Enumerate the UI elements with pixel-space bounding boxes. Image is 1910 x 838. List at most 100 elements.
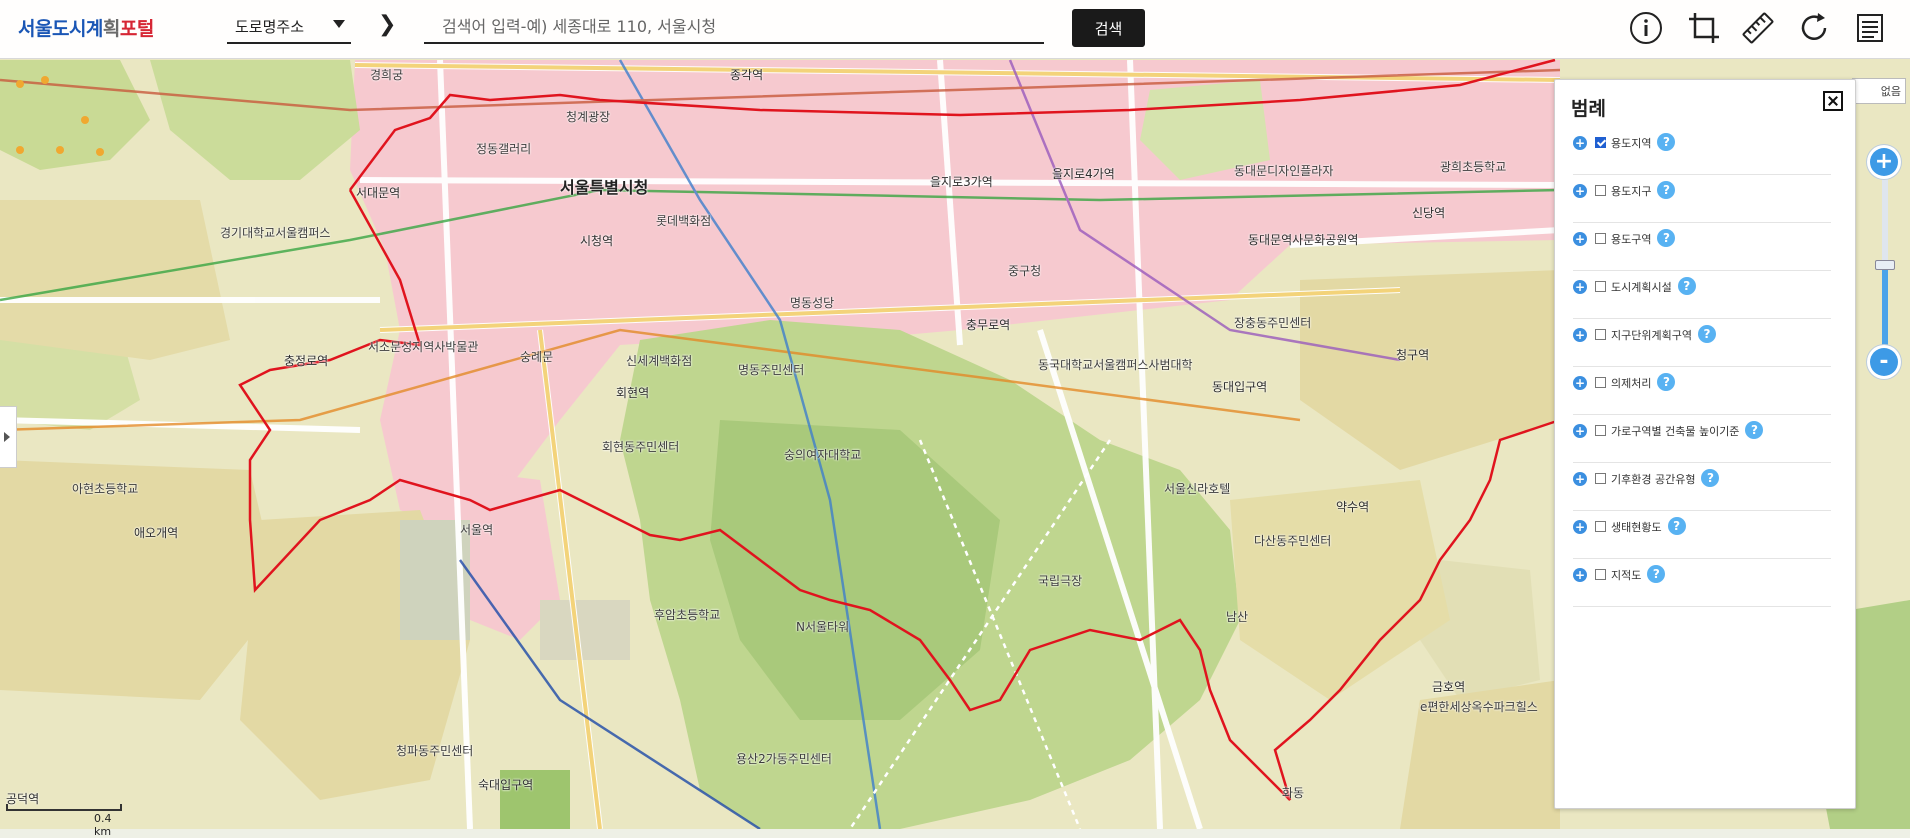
legend-checkbox[interactable]	[1595, 233, 1606, 244]
legend-item[interactable]: + 의제처리?	[1573, 366, 1831, 415]
legend-item-label: 도시계획시설?	[1611, 277, 1696, 297]
help-icon[interactable]: ?	[1697, 325, 1716, 343]
portal-logo[interactable]: 서울도시계획포털	[18, 14, 154, 41]
close-icon[interactable]	[1823, 91, 1843, 111]
help-icon[interactable]: ?	[1745, 421, 1764, 439]
legend-item-label: 가로구역별 건축물 높이기준?	[1611, 421, 1764, 441]
legend-item-label: 생태현황도?	[1611, 517, 1686, 537]
map-label-ddp: 동대문디자인플라자	[1234, 164, 1334, 178]
legend-checkbox[interactable]	[1595, 473, 1606, 484]
legend-item[interactable]: + 기후환경 공간유형?	[1573, 462, 1831, 511]
legend-item[interactable]: + 용도지구?	[1573, 174, 1831, 223]
map-label-gwanghui: 광희초등학교	[1440, 160, 1507, 174]
legend-item[interactable]: + 지적도?	[1573, 558, 1831, 607]
logo-text-1: 서울도시계	[18, 18, 103, 40]
legend-checkbox[interactable]	[1595, 569, 1606, 580]
legend-checkbox[interactable]	[1595, 329, 1606, 340]
legend-checkbox[interactable]	[1595, 281, 1606, 292]
map-label-city-hall: 서울특별시청	[560, 178, 649, 197]
zoom-in-button[interactable]: +	[1870, 148, 1898, 176]
top-bar: 서울도시계획포털 도로명주소 ❯ 검색	[0, 0, 1910, 59]
address-type-value: 도로명주소	[235, 18, 305, 36]
map-label-seoul-station: 서울역	[460, 523, 494, 537]
legend-item-text: 용도구역	[1611, 233, 1652, 246]
expand-plus-icon[interactable]: +	[1573, 184, 1587, 198]
logo-text-3: 포털	[119, 18, 154, 40]
map-label-n-tower: N서울타워	[796, 620, 850, 634]
help-icon[interactable]: ?	[1647, 565, 1666, 583]
help-icon[interactable]: ?	[1667, 517, 1686, 535]
map-label-seodaemun: 서대문역	[356, 186, 401, 200]
zoom-slider-fill	[1882, 266, 1888, 354]
help-icon[interactable]: ?	[1657, 373, 1676, 391]
search-button[interactable]: 검색	[1072, 9, 1145, 47]
legend-checkbox[interactable]	[1595, 521, 1606, 532]
legend-item-text: 지구단위계획구역	[1611, 329, 1692, 342]
legend-item-text: 도시계획시설	[1611, 281, 1672, 294]
legend-checkbox[interactable]	[1595, 137, 1606, 148]
map-label-dongdaemun: 동대문역사문화공원역	[1248, 233, 1359, 247]
map-label-cheonggye: 청계광장	[566, 110, 611, 124]
legend-item-label: 지적도?	[1611, 565, 1666, 585]
address-type-select[interactable]: 도로명주소	[227, 10, 351, 44]
map-label-shinsegae: 신세계백화점	[626, 354, 693, 368]
refresh-icon[interactable]	[1796, 10, 1832, 46]
logo-text-2: 획	[102, 18, 120, 40]
expand-plus-icon[interactable]: +	[1573, 472, 1587, 486]
map-label-shilla: 서울신라호텔	[1164, 482, 1231, 496]
map-label-hoehyeon-center: 회현동주민센터	[602, 440, 680, 454]
map-label-lotte: 롯데백화점	[656, 214, 712, 228]
expand-plus-icon[interactable]: +	[1573, 520, 1587, 534]
expand-plus-icon[interactable]: +	[1573, 232, 1587, 246]
legend-item[interactable]: + 지구단위계획구역?	[1573, 318, 1831, 367]
legend-checkbox[interactable]	[1595, 425, 1606, 436]
map-scale: 0.4 km	[6, 800, 124, 838]
crop-area-icon[interactable]	[1686, 10, 1722, 46]
map-label-myeongdong: 명동주민센터	[738, 363, 805, 377]
expand-plus-icon[interactable]: +	[1573, 136, 1587, 150]
legend-item[interactable]: + 도시계획시설?	[1573, 270, 1831, 319]
map-label-sicheong: 시청역	[580, 234, 614, 248]
help-icon[interactable]: ?	[1657, 229, 1676, 247]
side-panel-toggle[interactable]	[0, 406, 17, 468]
legend-item[interactable]: + 생태현황도?	[1573, 510, 1831, 559]
map-label-namsan: 남산	[1226, 610, 1249, 624]
expand-plus-icon[interactable]: +	[1573, 328, 1587, 342]
chevron-right-icon[interactable]: ❯	[378, 13, 396, 37]
list-icon[interactable]	[1852, 10, 1888, 46]
legend-item[interactable]: + 용도지역?	[1573, 126, 1831, 175]
base-map-none-button[interactable]: 없음	[1852, 78, 1906, 104]
zoom-slider-handle[interactable]	[1875, 260, 1895, 270]
map-label-yongsan: 용산2가동주민센터	[736, 752, 832, 766]
help-icon[interactable]: ?	[1657, 133, 1676, 151]
expand-plus-icon[interactable]: +	[1573, 376, 1587, 390]
search-input[interactable]	[424, 10, 1044, 44]
map-label-sungnyemun: 숭례문	[520, 350, 554, 364]
ruler-icon[interactable]	[1740, 10, 1776, 46]
help-icon[interactable]: ?	[1701, 469, 1720, 487]
help-icon[interactable]: ?	[1657, 181, 1676, 199]
info-icon[interactable]	[1628, 10, 1664, 46]
help-icon[interactable]: ?	[1677, 277, 1696, 295]
zoom-out-button[interactable]: -	[1870, 348, 1898, 376]
map-label-chungjeongno: 충정로역	[284, 354, 329, 368]
expand-plus-icon[interactable]: +	[1573, 280, 1587, 294]
map-label-euljiro3: 을지로3가역	[930, 175, 993, 189]
legend-checkbox[interactable]	[1595, 185, 1606, 196]
legend-item-text: 기후환경 공간유형	[1611, 473, 1696, 486]
map-label-euljiro4: 을지로4가역	[1052, 167, 1115, 181]
expand-plus-icon[interactable]: +	[1573, 568, 1587, 582]
map-label-aeogae: 애오개역	[134, 526, 179, 540]
legend-checkbox[interactable]	[1595, 377, 1606, 388]
legend-item-text: 용도지구	[1611, 185, 1652, 198]
map-label-junggu: 중구청	[1008, 264, 1042, 278]
map-label-cheongpa: 청파동주민센터	[396, 744, 474, 758]
expand-plus-icon[interactable]: +	[1573, 424, 1587, 438]
map-label-sookmyung: 숙대입구역	[478, 778, 534, 792]
map-label-hoehyeon: 회현역	[616, 386, 650, 400]
map-label-chungmuro: 충무로역	[966, 318, 1011, 332]
legend-item[interactable]: + 용도구역?	[1573, 222, 1831, 271]
legend-item-text: 의제처리	[1611, 377, 1652, 390]
legend-item-label: 용도구역?	[1611, 229, 1676, 249]
legend-item[interactable]: + 가로구역별 건축물 높이기준?	[1573, 414, 1831, 463]
